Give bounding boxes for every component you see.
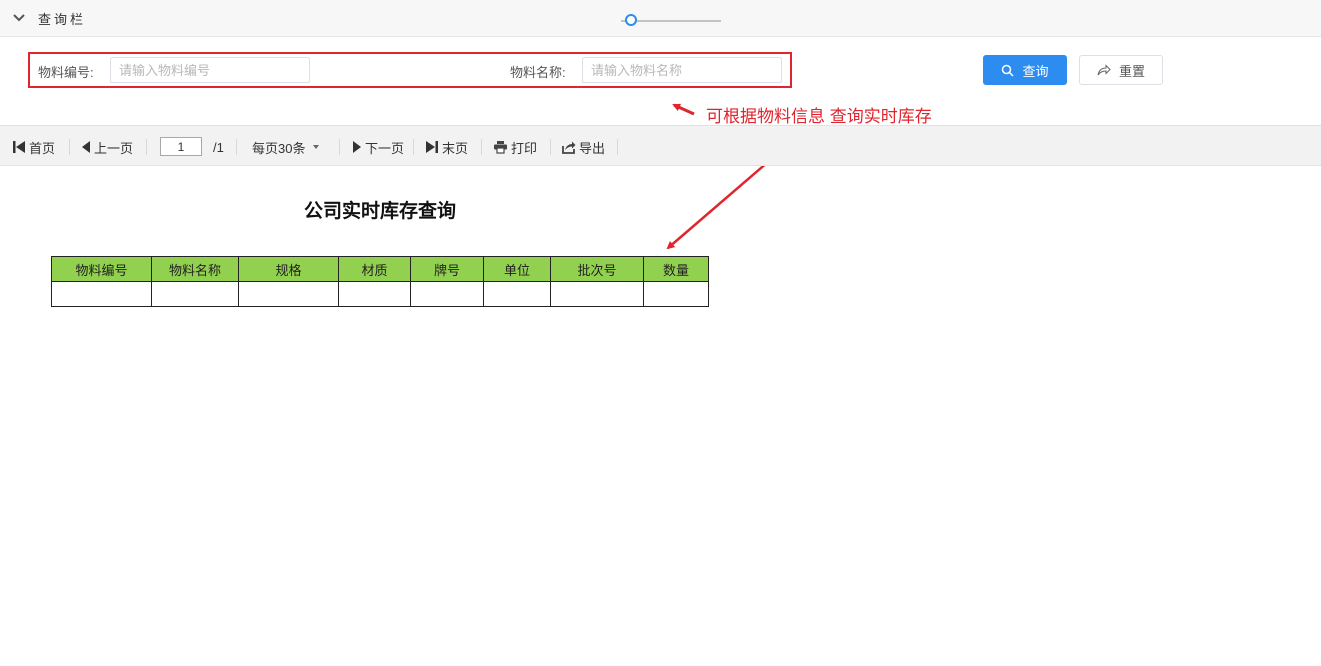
toolbar-divider — [339, 139, 340, 155]
toolbar-divider — [617, 139, 618, 155]
table-cell — [410, 281, 484, 307]
page-size-select[interactable]: 每页30条 — [252, 138, 326, 156]
prev-page-label: 上一页 — [94, 140, 134, 156]
column-header-material-code: 物料编号 — [51, 256, 152, 282]
table-cell — [483, 281, 551, 307]
column-header-material-name: 物料名称 — [151, 256, 239, 282]
column-header-material: 材质 — [338, 256, 411, 282]
page-size-label: 每页30条 — [252, 140, 306, 156]
report-title: 公司实时库存查询 — [303, 201, 456, 222]
prev-page-button[interactable]: 上一页 — [81, 138, 133, 156]
table-cell — [238, 281, 339, 307]
table-row — [51, 281, 709, 307]
print-label: 打印 — [511, 140, 538, 156]
report-toolbar: 首页 上一页 /1 每页30条 下一页 末页 打印 导出 — [0, 125, 1321, 166]
printer-icon — [494, 141, 507, 154]
toolbar-divider — [550, 139, 551, 155]
next-page-button[interactable]: 下一页 — [352, 138, 404, 156]
table-cell — [51, 281, 152, 307]
export-button[interactable]: 导出 — [562, 138, 605, 156]
annotation-text: 可根据物料信息 查询实时库存 — [706, 107, 932, 126]
inventory-table: 物料编号 物料名称 规格 材质 牌号 单位 批次号 数量 — [51, 256, 709, 307]
table-cell — [338, 281, 411, 307]
page-number-input[interactable] — [160, 137, 202, 156]
table-cell — [643, 281, 709, 307]
toolbar-divider — [413, 139, 414, 155]
query-button-label: 查询 — [1022, 63, 1049, 79]
arrow-to-form — [672, 103, 695, 116]
total-pages-label: /1 — [213, 139, 224, 155]
export-label: 导出 — [579, 140, 606, 156]
prev-page-icon — [82, 141, 90, 153]
last-page-button[interactable]: 末页 — [425, 138, 468, 156]
column-header-specification: 规格 — [238, 256, 339, 282]
total-pages: /1 — [213, 138, 224, 156]
first-page-label: 首页 — [29, 140, 56, 156]
material-code-label: 物料编号: — [38, 65, 94, 80]
material-name-label: 物料名称: — [510, 65, 566, 80]
caret-down-icon — [313, 145, 320, 149]
table-cell — [550, 281, 644, 307]
toolbar-divider — [236, 139, 237, 155]
column-header-grade: 牌号 — [410, 256, 484, 282]
reset-button[interactable]: 重置 — [1079, 55, 1163, 85]
first-page-icon — [13, 141, 25, 153]
annotation-arrows — [666, 103, 805, 250]
query-bar-title: 查询栏 — [38, 11, 87, 27]
next-page-icon — [353, 141, 361, 153]
search-icon — [1002, 64, 1015, 77]
material-name-input[interactable] — [582, 57, 782, 83]
chevron-down-icon[interactable] — [12, 11, 26, 25]
query-button[interactable]: 查询 — [983, 55, 1067, 85]
first-page-button[interactable]: 首页 — [12, 138, 55, 156]
toolbar-divider — [146, 139, 147, 155]
table-header-row: 物料编号 物料名称 规格 材质 牌号 单位 批次号 数量 — [51, 256, 709, 282]
toolbar-divider — [69, 139, 70, 155]
reset-button-label: 重置 — [1118, 63, 1145, 79]
last-page-icon — [426, 141, 438, 153]
column-header-quantity: 数量 — [643, 256, 709, 282]
export-icon — [562, 141, 576, 154]
table-cell — [151, 281, 239, 307]
zoom-slider-handle[interactable] — [625, 14, 637, 26]
print-button[interactable]: 打印 — [493, 138, 537, 156]
column-header-unit: 单位 — [483, 256, 551, 282]
toolbar-divider — [481, 139, 482, 155]
last-page-label: 末页 — [442, 140, 469, 156]
column-header-batch-no: 批次号 — [550, 256, 644, 282]
material-code-input[interactable] — [110, 57, 310, 83]
query-bar-header[interactable]: 查询栏 — [0, 0, 1321, 37]
share-arrow-icon — [1097, 64, 1111, 76]
next-page-label: 下一页 — [365, 140, 405, 156]
